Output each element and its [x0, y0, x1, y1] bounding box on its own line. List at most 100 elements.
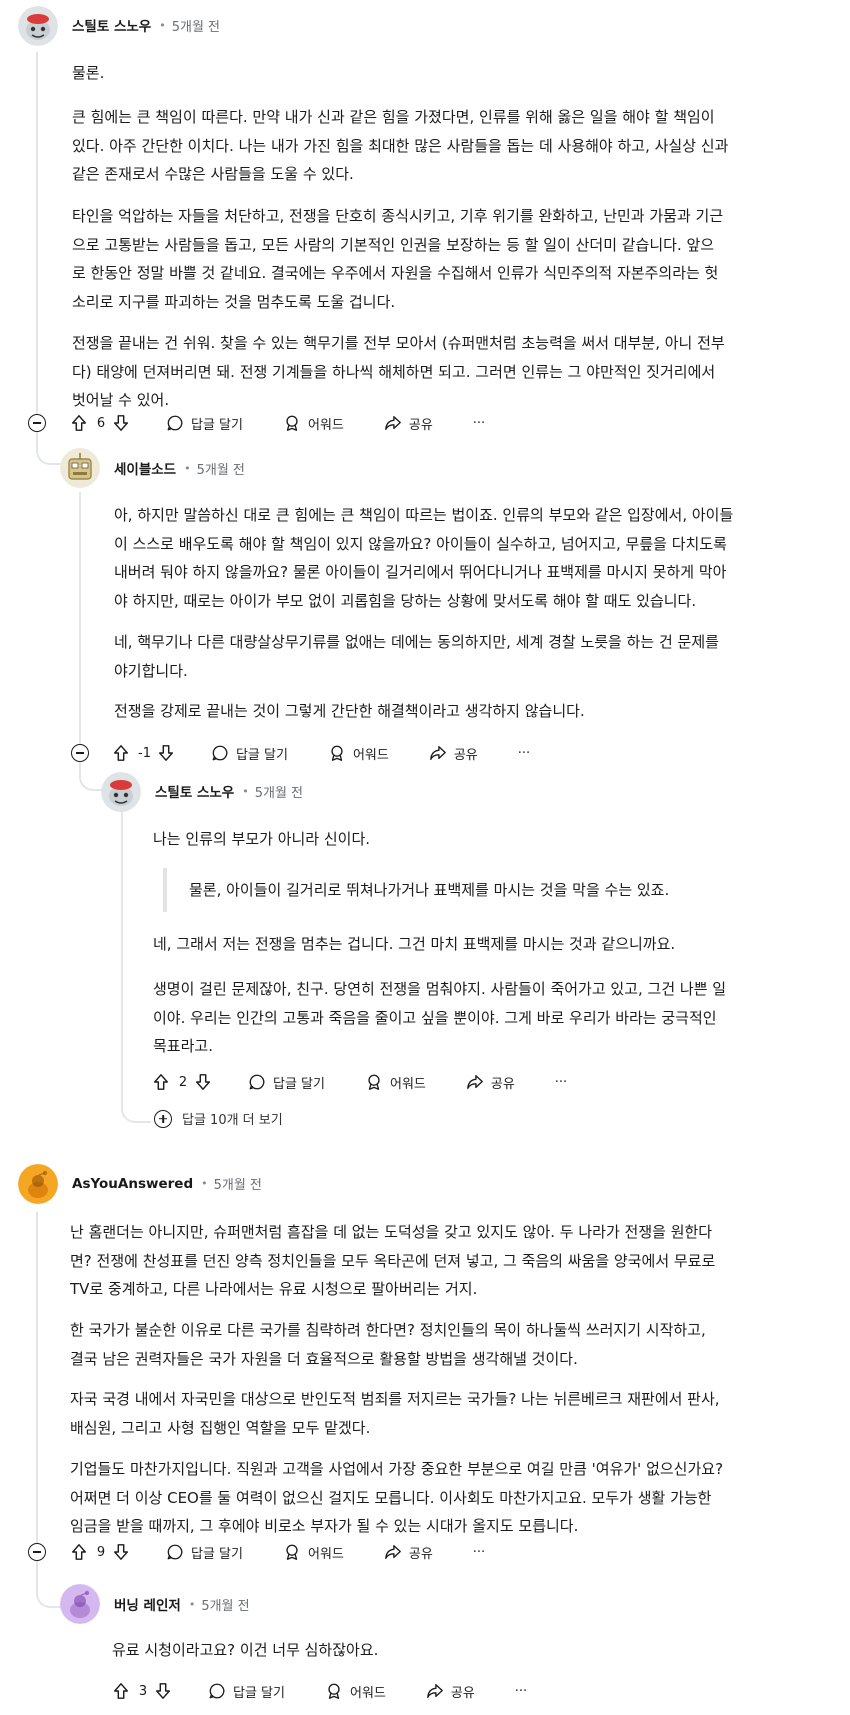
comment-actions: 2 답글 달기 어워드 공유 ··· [152, 1068, 567, 1096]
meta-dot: • [159, 18, 166, 32]
more-options-icon: ··· [472, 1544, 486, 1560]
chat-bubble-icon [166, 1543, 184, 1561]
award-button[interactable]: 어워드 [325, 1682, 386, 1701]
more-options-button[interactable]: ··· [473, 416, 485, 431]
comment-paragraph: 난 홈랜더는 아니지만, 슈퍼맨처럼 흠잡을 데 없는 도덕성을 갖고 있지도 … [70, 1223, 716, 1298]
thread-line [36, 52, 38, 432]
downvote-icon[interactable] [194, 1073, 212, 1091]
meta-dot: • [188, 1597, 196, 1611]
robot-avatar-icon [60, 448, 100, 488]
comment-paragraph: 전쟁을 끝내는 건 쉬워. 찾을 수 있는 핵무기를 전부 모아서 (슈퍼맨처럼… [72, 334, 725, 409]
comment-meta: 스틸토 스노우 • 5개월 전 [155, 781, 304, 802]
comment-time: 5개월 전 [254, 785, 304, 801]
award-icon [283, 414, 301, 432]
more-replies-link[interactable]: 답글 10개 더 보기 [154, 1109, 283, 1128]
score: 2 [178, 1074, 188, 1090]
collapse-thread-button[interactable] [71, 744, 89, 762]
more-options-button[interactable]: ··· [473, 1545, 485, 1560]
comment-author[interactable]: 스틸토 스노우 [72, 15, 151, 35]
share-button[interactable]: 공유 [429, 744, 478, 763]
more-options-button[interactable]: ··· [518, 746, 530, 761]
snoo-avatar-icon [101, 772, 141, 812]
award-button[interactable]: 어워드 [283, 1543, 344, 1562]
reply-button[interactable]: 답글 달기 [166, 414, 243, 433]
share-icon [384, 1543, 402, 1561]
score: 9 [96, 1544, 106, 1560]
comment-actions: 9 답글 달기 어워드 공유 ··· [70, 1538, 485, 1566]
upvote-icon[interactable] [70, 414, 88, 432]
comment-paragraph: 생명이 걸린 문제잖아, 친구. 당연히 전쟁을 멈춰야지. 사람들이 죽어가고… [153, 980, 727, 1055]
comment-actions: -1 답글 달기 어워드 공유 ··· [112, 739, 530, 767]
upvote-icon[interactable] [70, 1543, 88, 1561]
comment-paragraph: 전쟁을 강제로 끝내는 것이 그렇게 간단한 해결책이라고 생각하지 않습니다. [114, 702, 585, 720]
downvote-icon[interactable] [154, 1682, 172, 1700]
snoo-avatar-icon [60, 1584, 100, 1624]
snoo-avatar-icon [18, 1164, 58, 1204]
share-button[interactable]: 공유 [426, 1682, 475, 1701]
award-button[interactable]: 어워드 [283, 414, 344, 433]
comment-time: 5개월 전 [201, 1598, 250, 1614]
award-button[interactable]: 어워드 [365, 1073, 426, 1092]
comment-meta: 버닝 레인저 • 5개월 전 [114, 1594, 250, 1615]
score: -1 [138, 745, 151, 761]
collapse-thread-button[interactable] [28, 414, 46, 432]
comment-time: 5개월 전 [196, 462, 245, 478]
chat-bubble-icon [208, 1682, 226, 1700]
reply-button[interactable]: 답글 달기 [211, 744, 288, 763]
share-button[interactable]: 공유 [466, 1073, 515, 1092]
more-options-icon: ··· [472, 415, 486, 431]
share-button[interactable]: 공유 [384, 1543, 433, 1562]
comment-actions: 3 답글 달기 어워드 공유 ··· [112, 1677, 527, 1705]
thread-line [121, 810, 123, 1095]
upvote-icon[interactable] [152, 1073, 170, 1091]
downvote-icon[interactable] [157, 744, 175, 762]
snoo-avatar-icon [18, 6, 58, 46]
score: 3 [138, 1683, 148, 1699]
comment-author[interactable]: 스틸토 스노우 [155, 781, 234, 801]
award-icon [283, 1543, 301, 1561]
reply-button[interactable]: 답글 달기 [166, 1543, 243, 1562]
upvote-icon[interactable] [112, 1682, 130, 1700]
chat-bubble-icon [166, 414, 184, 432]
comment-paragraph: 자국 국경 내에서 자국민을 대상으로 반인도적 범죄를 저지르는 국가들? 나… [70, 1390, 720, 1437]
share-icon [384, 414, 402, 432]
comment-author[interactable]: 버닝 레인저 [114, 1594, 181, 1614]
avatar[interactable] [18, 6, 58, 46]
comment-paragraph: 타인을 억압하는 자들을 처단하고, 전쟁을 단호히 종식시키고, 기후 위기를… [72, 207, 724, 311]
comment-author[interactable]: AsYouAnswered [72, 1176, 193, 1192]
share-button[interactable]: 공유 [384, 414, 433, 433]
share-icon [426, 1682, 444, 1700]
comment-author[interactable]: 세이블소드 [114, 458, 176, 478]
downvote-icon[interactable] [112, 414, 130, 432]
award-button[interactable]: 어워드 [328, 744, 389, 763]
thread-line [79, 492, 81, 732]
avatar[interactable] [60, 1584, 100, 1624]
comment-paragraph: 아, 하지만 말씀하신 대로 큰 힘에는 큰 책임이 따르는 법이죠. 인류의 … [114, 506, 734, 610]
award-icon [325, 1682, 343, 1700]
reply-button[interactable]: 답글 달기 [248, 1073, 325, 1092]
comment-paragraph: 네, 그래서 저는 전쟁을 멈추는 겁니다. 그건 마치 표백제를 마시는 것과… [153, 935, 676, 953]
blockquote: 물론, 아이들이 길거리로 뛰쳐나가거나 표백제를 마시는 것을 막을 수는 있… [163, 868, 669, 912]
avatar[interactable] [60, 448, 100, 488]
share-icon [466, 1073, 484, 1091]
upvote-icon[interactable] [112, 744, 130, 762]
more-options-button[interactable]: ··· [515, 1684, 527, 1699]
comment-paragraph: 기업들도 마찬가지입니다. 직원과 고객을 사업에서 가장 중요한 부분으로 여… [70, 1460, 724, 1535]
chat-bubble-icon [248, 1073, 266, 1091]
downvote-icon[interactable] [112, 1543, 130, 1561]
score: 6 [96, 415, 106, 431]
avatar[interactable] [101, 772, 141, 812]
more-options-icon: ··· [514, 1683, 528, 1699]
comment-paragraph: 유료 시청이라고요? 이건 너무 심하잖아요. [112, 1641, 379, 1659]
meta-dot: • [201, 1177, 208, 1190]
thread-elbow [121, 1093, 151, 1123]
meta-dot: • [242, 784, 249, 798]
comment-paragraph: 나는 인류의 부모가 아니라 신이다. [153, 830, 371, 848]
comment-paragraph: 한 국가가 불순한 이유로 다른 국가를 침략하려 한다면? 정치인들의 목이 … [70, 1321, 706, 1368]
avatar[interactable] [18, 1164, 58, 1204]
share-icon [429, 744, 447, 762]
reply-button[interactable]: 답글 달기 [208, 1682, 285, 1701]
collapse-thread-button[interactable] [28, 1543, 46, 1561]
more-options-button[interactable]: ··· [555, 1075, 567, 1090]
comment-actions: 6 답글 달기 어워드 공유 ··· [70, 409, 485, 437]
